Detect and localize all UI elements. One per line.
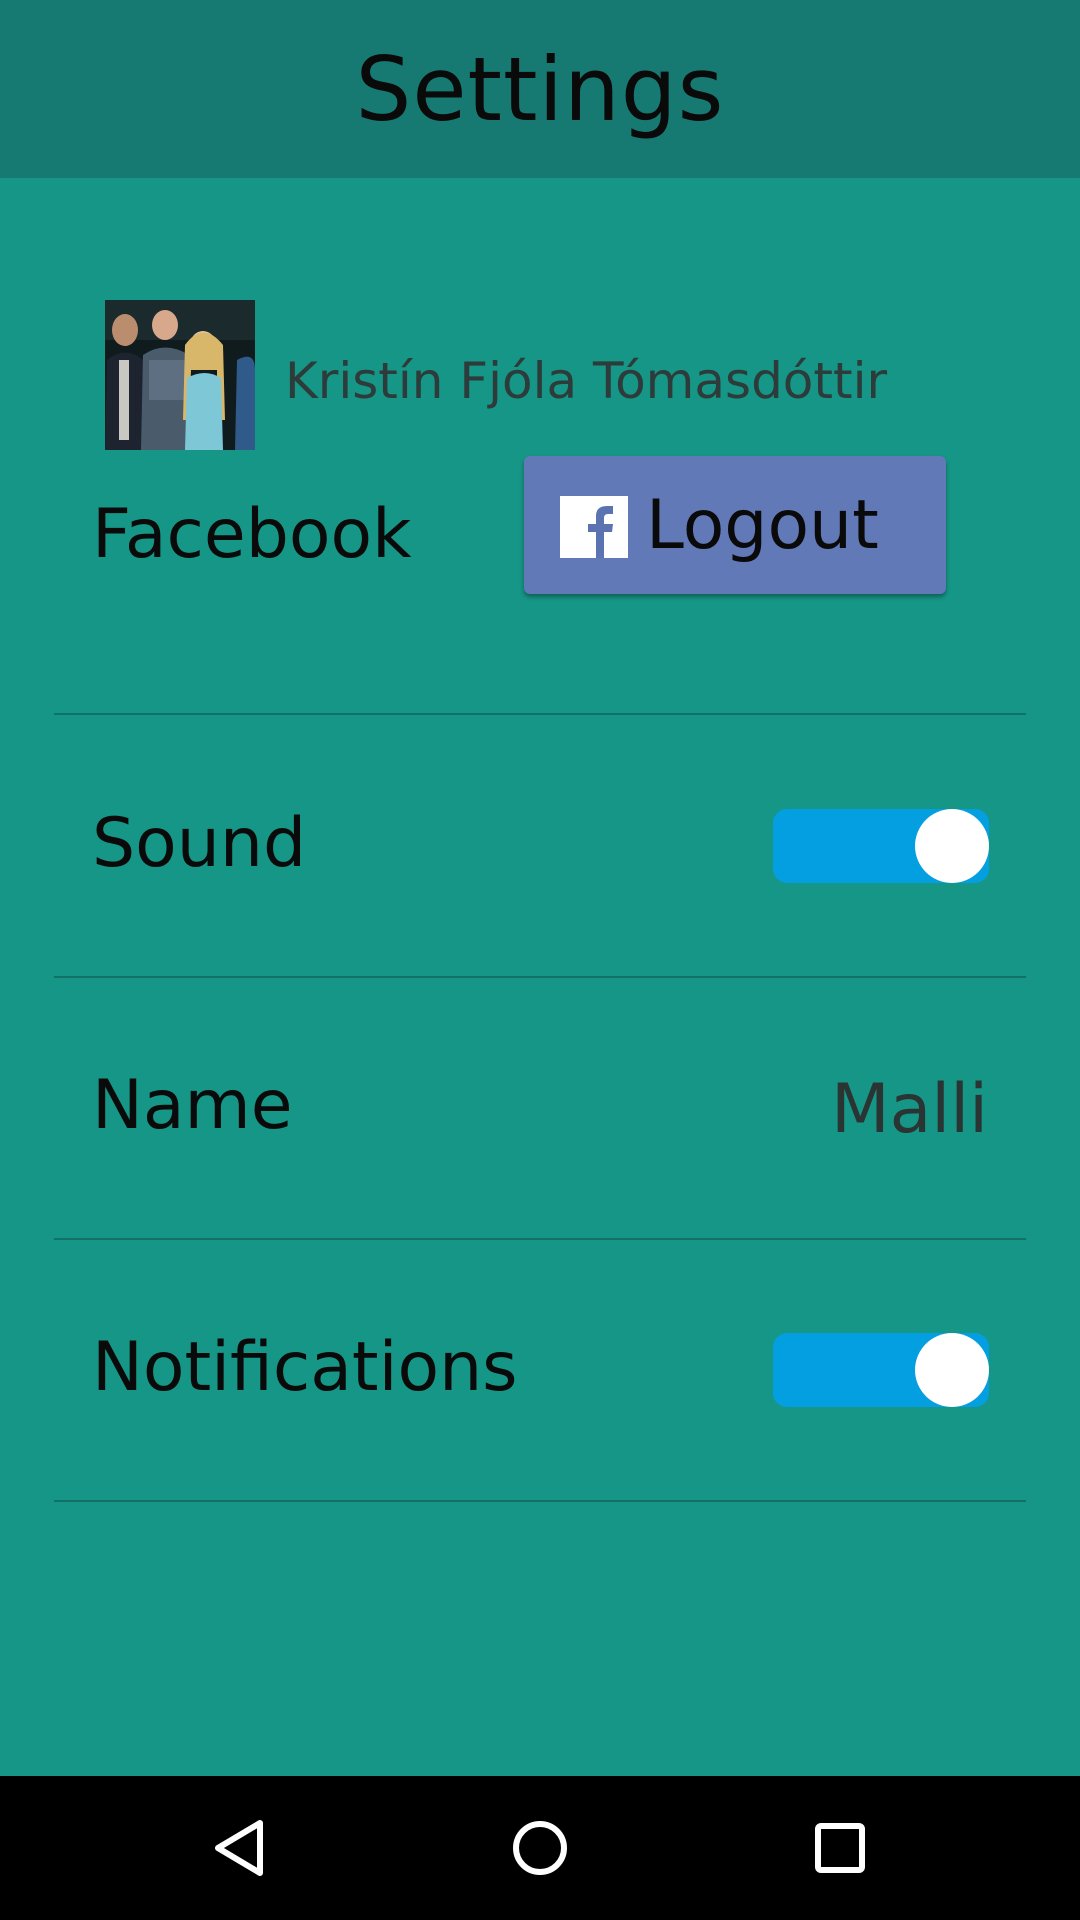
divider: [54, 1238, 1026, 1240]
facebook-label: Facebook: [92, 495, 412, 574]
name-value[interactable]: Malli: [831, 1070, 988, 1149]
system-nav-bar: [0, 1776, 1080, 1920]
settings-screen: Settings Kristín Fjóla Tómasdóttir Faceb…: [0, 0, 1080, 1920]
recents-icon: [815, 1823, 865, 1873]
logout-label: Logout: [646, 486, 879, 565]
facebook-logout-button[interactable]: Logout: [524, 456, 946, 594]
notifications-label: Notifications: [92, 1328, 518, 1407]
sound-toggle[interactable]: [773, 809, 989, 883]
back-icon: [215, 1820, 263, 1876]
divider: [54, 713, 1026, 715]
sound-toggle-knob: [915, 809, 989, 883]
profile-avatar: [105, 300, 255, 450]
back-button[interactable]: [188, 1796, 292, 1900]
notifications-toggle[interactable]: [773, 1333, 989, 1407]
facebook-icon: [560, 496, 628, 558]
home-button[interactable]: [488, 1796, 592, 1900]
app-header: Settings: [0, 0, 1080, 178]
profile-name: Kristín Fjóla Tómasdóttir: [285, 352, 888, 410]
recents-button[interactable]: [788, 1796, 892, 1900]
page-title: Settings: [355, 37, 725, 141]
profile-photo-image: [105, 300, 255, 450]
home-icon: [513, 1821, 567, 1875]
notifications-toggle-knob: [915, 1333, 989, 1407]
divider: [54, 976, 1026, 978]
divider: [54, 1500, 1026, 1502]
name-label: Name: [92, 1066, 293, 1145]
sound-label: Sound: [92, 804, 307, 883]
